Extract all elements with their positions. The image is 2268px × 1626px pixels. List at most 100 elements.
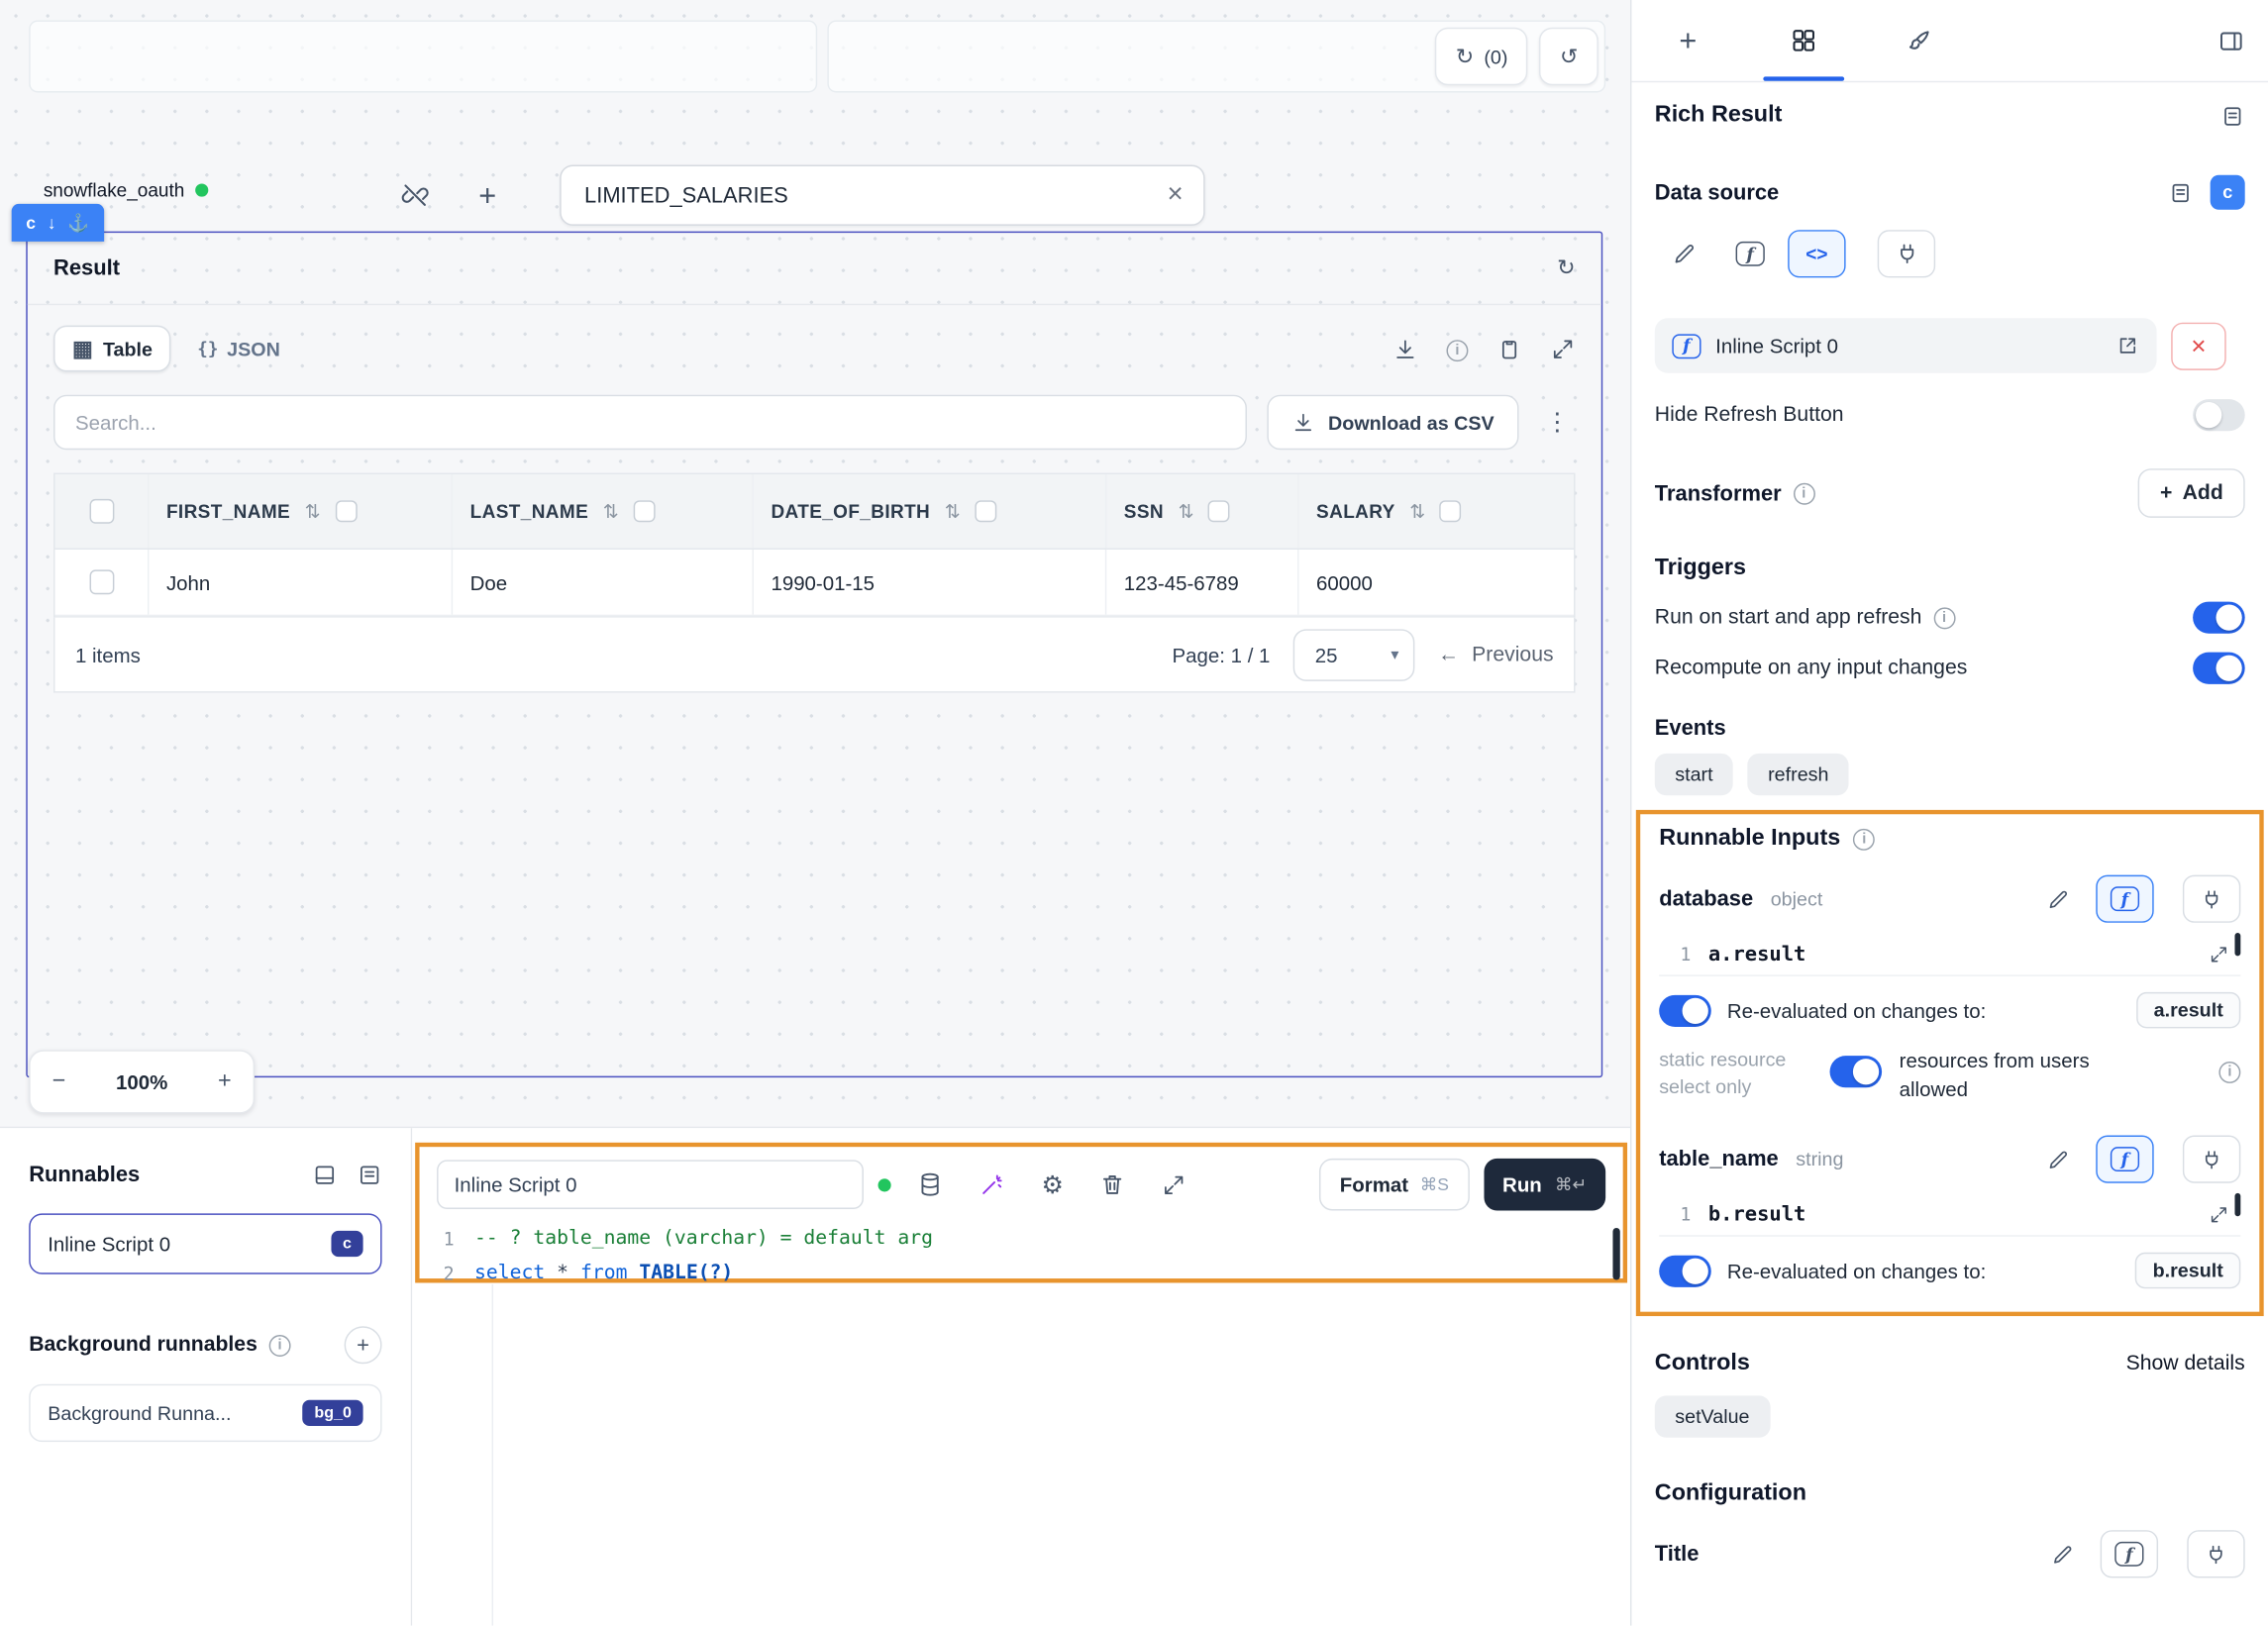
connect-mode-button[interactable] [2183,875,2240,923]
history-button[interactable]: ↺ [1540,28,1598,85]
dependency-chip[interactable]: a.result [2136,992,2240,1029]
ai-assist-button[interactable] [979,1171,1005,1197]
result-widget[interactable]: Result ↻ ▦ Table {} JSON [26,232,1602,1077]
collapse-panel-button[interactable] [2214,23,2248,57]
column-checkbox[interactable] [1208,500,1230,522]
add-background-runnable-button[interactable]: + [345,1326,382,1364]
open-script-button[interactable] [2116,334,2139,356]
unlink-button[interactable] [393,173,437,217]
app-canvas[interactable]: ↻ (0) ↺ snowflake_oauth c ↓ ⚓ + [0,0,1630,1128]
components-tab[interactable] [1787,23,1821,57]
event-chip-start[interactable]: start [1655,754,1733,795]
hide-refresh-toggle[interactable] [2193,399,2245,431]
table-selector[interactable]: LIMITED_SALARIES × [560,164,1204,225]
info-icon[interactable]: i [1853,828,1875,850]
styles-tab[interactable] [1903,23,1937,57]
input-expression-editor[interactable]: 1 a.result [1659,933,2240,976]
event-chip-refresh[interactable]: refresh [1748,754,1849,795]
function-mode-button[interactable]: f [2096,875,2153,923]
zoom-out-button[interactable]: − [52,1068,66,1094]
column-header[interactable]: SSN [1124,500,1164,522]
edit-mode-button[interactable] [2029,1136,2087,1183]
kebab-menu-icon[interactable]: ⋮ [1539,408,1576,437]
datasource-button[interactable] [917,1171,943,1197]
add-transformer-button[interactable]: + Add [2138,468,2245,518]
runnable-item-inline-script-0[interactable]: Inline Script 0 c [29,1213,381,1273]
tab-table[interactable]: ▦ Table [53,326,171,372]
select-all-checkbox[interactable] [89,499,114,524]
static-resource-toggle[interactable] [1830,1056,1883,1087]
dependency-chip[interactable]: b.result [2135,1253,2240,1289]
context-badge[interactable]: c [2211,175,2245,210]
row-checkbox[interactable] [89,569,114,594]
run-button[interactable]: Run ⌘↵ [1484,1159,1605,1211]
data-source-docs-button[interactable] [2168,180,2193,205]
expand-result-button[interactable] [1551,337,1576,361]
format-button[interactable]: Format ⌘S [1319,1159,1469,1211]
delete-script-button[interactable] [1099,1171,1125,1197]
info-icon[interactable]: i [1793,482,1814,504]
connect-mode-button[interactable] [2187,1530,2244,1577]
previous-page-button[interactable]: ← Previous [1438,643,1554,665]
tab-json[interactable]: {} JSON [197,338,280,359]
sort-icon[interactable]: ⇅ [305,500,321,523]
function-mode-button[interactable]: f [2101,1530,2158,1577]
page-size-select[interactable]: 25 ▾ [1293,629,1415,681]
edit-mode-button[interactable] [2033,1530,2091,1577]
info-icon[interactable]: i [1933,607,1955,629]
connect-mode-button[interactable] [1878,230,1935,277]
background-runnable-item[interactable]: Background Runna... bg_0 [29,1384,381,1442]
panel-view-button[interactable] [312,1163,337,1187]
settings-button[interactable]: ⚙ [1042,1172,1064,1197]
canvas-refresh-button[interactable]: ↻ (0) [1435,28,1528,85]
recompute-toggle[interactable] [2193,653,2245,684]
reevaluate-toggle[interactable] [1659,994,1711,1026]
script-name-input[interactable] [437,1160,864,1209]
edit-mode-button[interactable] [1655,230,1712,277]
column-header[interactable]: DATE_OF_BIRTH [771,500,930,522]
code-mode-button[interactable]: <> [1788,230,1845,277]
docs-button[interactable] [2220,103,2245,128]
download-result-button[interactable] [1392,337,1417,361]
column-checkbox[interactable] [1440,500,1462,522]
sort-icon[interactable]: ⇅ [603,500,619,523]
reevaluate-toggle[interactable] [1659,1255,1711,1286]
editor-scrollbar[interactable] [1612,1228,1619,1280]
clear-selection-icon[interactable]: × [1167,179,1183,211]
column-header[interactable]: FIRST_NAME [166,500,290,522]
edit-mode-button[interactable] [2029,875,2087,923]
input-expression-editor[interactable]: 1 b.result [1659,1193,2240,1237]
info-icon[interactable]: i [2218,1062,2240,1083]
info-button[interactable]: i [1447,337,1469,361]
expand-editor-button[interactable] [1162,1172,1186,1197]
function-mode-button[interactable]: f [2096,1136,2153,1183]
search-input[interactable] [53,395,1247,450]
connect-mode-button[interactable] [2183,1136,2240,1183]
zoom-in-button[interactable]: + [218,1068,232,1094]
selection-badge[interactable]: c ↓ ⚓ [12,204,104,242]
refresh-icon[interactable]: ↻ [1557,257,1575,279]
control-chip-setvalue[interactable]: setValue [1655,1396,1770,1438]
selected-script-item[interactable]: f Inline Script 0 [1655,318,2157,372]
info-icon[interactable]: i [269,1334,291,1356]
column-header[interactable]: LAST_NAME [470,500,588,522]
sort-icon[interactable]: ⇅ [945,500,961,523]
download-csv-button[interactable]: Download as CSV [1268,395,1519,450]
remove-datasource-button[interactable]: × [2171,322,2225,369]
add-tab-button[interactable]: + [1671,23,1705,57]
sort-icon[interactable]: ⇅ [1179,500,1194,523]
column-checkbox[interactable] [633,500,655,522]
run-on-start-toggle[interactable] [2193,602,2245,634]
function-mode-button[interactable]: f [1721,230,1779,277]
column-checkbox[interactable] [975,500,996,522]
sort-icon[interactable]: ⇅ [1409,500,1425,523]
show-details-button[interactable]: Show details [2126,1353,2245,1375]
add-widget-button[interactable]: + [465,173,509,217]
list-view-button[interactable] [358,1163,382,1187]
table-row[interactable]: John Doe 1990-01-15 123-45-6789 60000 [54,550,1574,616]
column-checkbox[interactable] [335,500,357,522]
column-header[interactable]: SALARY [1316,500,1395,522]
download-icon[interactable]: ↓ [48,213,56,233]
copy-result-button[interactable] [1497,337,1522,361]
code-editor[interactable]: 1 -- ? table_name (varchar) = default ar… [420,1221,1623,1290]
